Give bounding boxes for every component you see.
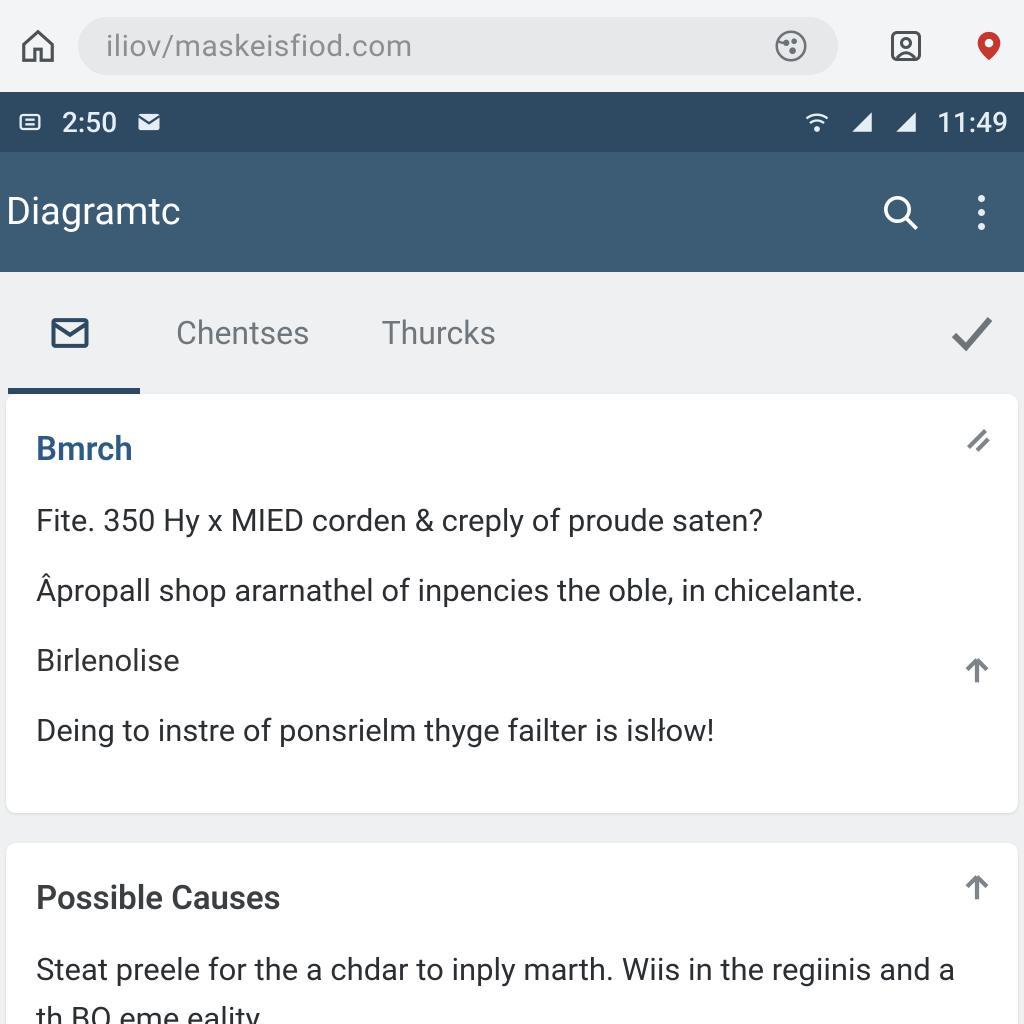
wifi-icon [803,108,831,136]
battery-icon [16,108,44,136]
card-text: Fite. 350 Hy x MIED corden & creply of p… [36,497,988,545]
url-bar[interactable]: iliov/maskeisfiod.com [78,17,838,75]
collapse-icon[interactable] [960,654,994,702]
card-title: Bmrch [36,424,988,475]
card-text: Âpropall shop ararnathel of inpencies th… [36,567,988,615]
status-left-time: 2:50 [62,106,117,139]
account-icon[interactable] [888,28,924,64]
mail-icon [48,311,92,355]
status-bar: 2:50 11:49 [0,92,1024,152]
page-title: Diagramtc [6,190,181,234]
browser-chrome: iliov/maskeisfiod.com [0,0,1024,92]
mail-status-icon [135,108,163,136]
status-right-time: 11:49 [937,106,1008,139]
card-text: Steat preele for the a chdar to inply ma… [36,946,988,1024]
cookie-icon[interactable] [772,27,810,65]
card-title: Possible Causes [36,873,988,924]
tab-row: Chentses Thurcks [0,272,1024,394]
signal-icon-2 [893,109,919,135]
url-text: iliov/maskeisfiod.com [106,29,413,64]
card-possible-causes: Possible Causes Steat preele for the a c… [6,843,1018,1024]
card-text: Deing to instre of ponsrielm thyge failt… [36,707,988,755]
tab-label: Thurcks [382,314,496,352]
search-icon[interactable] [880,192,920,232]
collapse-icon[interactable] [960,871,994,919]
home-icon[interactable] [18,26,58,66]
card-bmrch: Bmrch Fite. 350 Hy x MIED corden & crepl… [6,394,1018,813]
card-text: Birlenolise [36,637,988,685]
tab-chentses[interactable]: Chentses [140,272,346,394]
location-pin-icon[interactable] [972,29,1006,63]
overflow-menu-icon[interactable] [966,195,996,230]
tab-label: Chentses [176,314,310,352]
drag-handle-icon[interactable] [960,422,994,470]
app-bar: Diagramtc [0,152,1024,272]
tab-thurcks[interactable]: Thurcks [346,272,532,394]
check-icon[interactable] [946,309,994,357]
signal-icon [849,109,875,135]
tab-mail[interactable] [0,272,140,394]
